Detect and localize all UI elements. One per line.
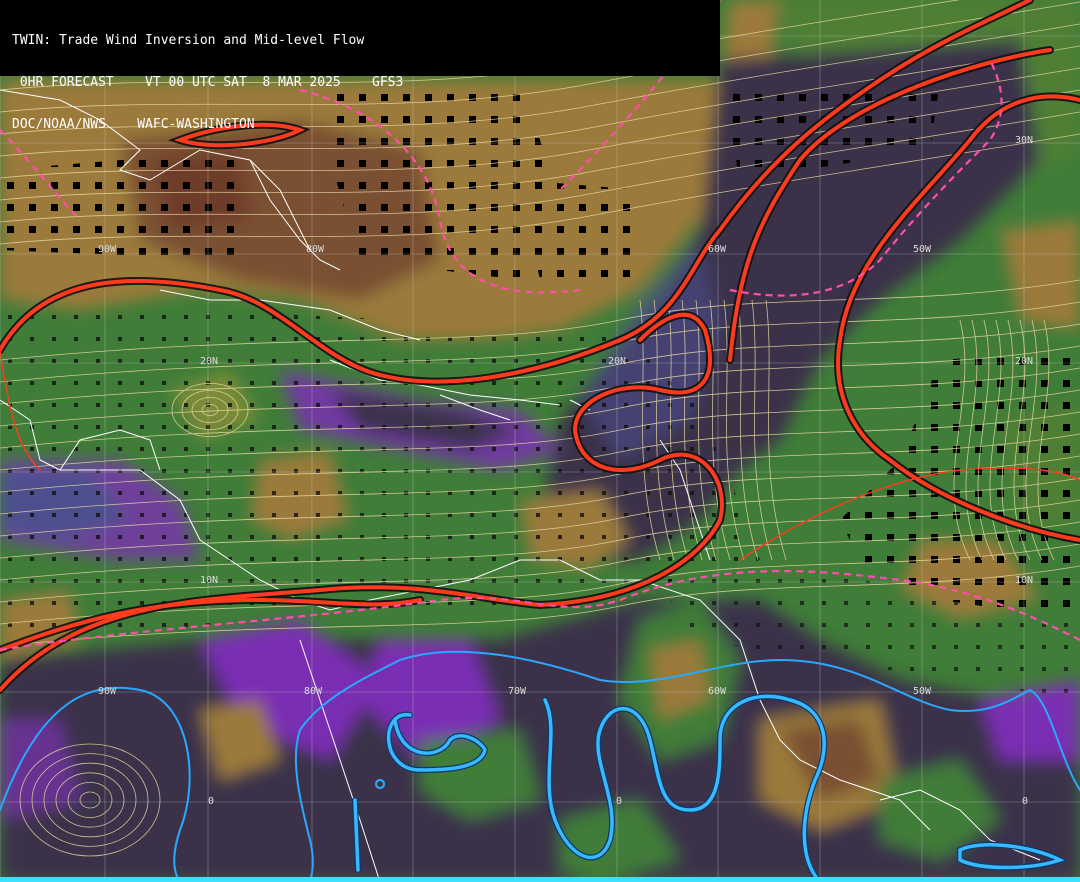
lon-label: 90W — [98, 686, 117, 697]
lat-label: 30N — [1015, 135, 1033, 146]
lon-label: 60W — [708, 244, 727, 255]
lon-label: 70W — [508, 686, 527, 697]
lat-label: 20N — [608, 356, 626, 367]
lat-label: 10N — [1015, 575, 1033, 586]
lon-label: 80W — [304, 686, 323, 697]
map-header: TWIN: Trade Wind Inversion and Mid-level… — [0, 0, 720, 132]
lon-label: 80W — [306, 244, 325, 255]
lon-label: 60W — [708, 686, 727, 697]
header-issuer: DOC/NOAA/NWS WAFC-WASHINGTON — [12, 117, 255, 132]
lat-label: 10N — [200, 575, 218, 586]
lon-label: 50W — [913, 244, 932, 255]
lon-label: 50W — [913, 686, 932, 697]
lat-label: 20N — [200, 356, 218, 367]
header-forecast-time: 0HR FORECAST VT 00 UTC SAT 8 MAR 2025 GF… — [12, 75, 404, 90]
zero-label: 0 — [208, 796, 214, 807]
header-title: TWIN: Trade Wind Inversion and Mid-level… — [12, 33, 365, 48]
zero-label: 0 — [616, 796, 622, 807]
weather-map: 30N 20N 20N 20N 10N 10N 90W 80W 60W 50W … — [0, 0, 1080, 882]
lon-label: 90W — [98, 244, 117, 255]
lat-label: 20N — [1015, 356, 1033, 367]
zero-label: 0 — [1022, 796, 1028, 807]
bottom-border — [0, 877, 1080, 882]
